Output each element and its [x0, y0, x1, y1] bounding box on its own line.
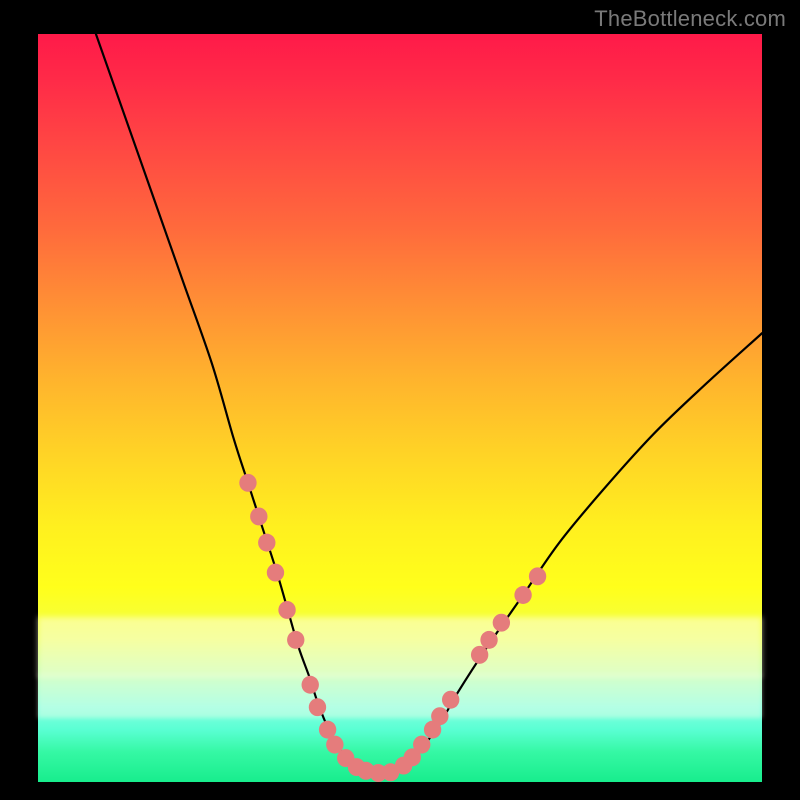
- marker-dot: [431, 707, 448, 725]
- curve-line: [96, 34, 762, 774]
- chart-svg: [38, 34, 762, 782]
- marker-dot: [413, 736, 430, 754]
- marker-dot: [302, 676, 319, 694]
- marker-dot: [493, 614, 510, 632]
- marker-dot: [514, 586, 531, 604]
- marker-dot: [239, 474, 256, 492]
- marker-dot: [471, 646, 488, 664]
- marker-dot: [309, 698, 326, 716]
- marker-dot: [250, 507, 267, 525]
- watermark-text: TheBottleneck.com: [594, 6, 786, 32]
- marker-dot: [287, 631, 304, 649]
- marker-dot: [480, 631, 497, 649]
- marker-dot: [278, 601, 295, 619]
- marker-dot: [258, 534, 275, 552]
- marker-dot: [529, 567, 546, 585]
- plot-area: [38, 34, 762, 782]
- marker-dot: [442, 691, 459, 709]
- curve-markers: [239, 474, 546, 782]
- marker-dot: [267, 564, 284, 582]
